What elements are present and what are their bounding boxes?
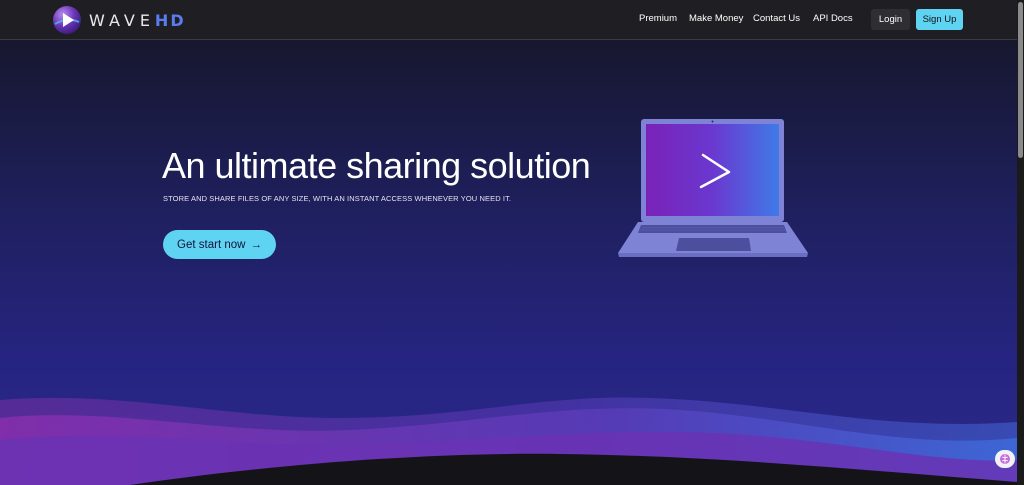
hero-section: An ultimate sharing solution STORE AND S… <box>0 40 1017 485</box>
login-button[interactable]: Login <box>871 9 910 30</box>
arrow-right-icon: → <box>250 238 262 251</box>
brand-name-accent: HD <box>154 11 186 30</box>
get-started-button[interactable]: Get start now → <box>163 230 276 259</box>
nav-link-api-docs[interactable]: API Docs <box>813 13 853 24</box>
hero-title: An ultimate sharing solution <box>162 145 591 186</box>
play-globe-logo-icon <box>53 6 81 34</box>
nav-link-premium[interactable]: Premium <box>639 13 677 24</box>
brain-icon[interactable] <box>995 450 1015 468</box>
brand-name-main: WAVE <box>89 11 155 30</box>
page-scrollbar[interactable] <box>1017 0 1024 485</box>
get-started-label: Get start now <box>177 238 246 251</box>
brand-wordmark: WAVEHD <box>89 11 186 30</box>
hero-subtitle: STORE AND SHARE FILES OF ANY SIZE, WITH … <box>163 194 512 203</box>
brain-icon-glyph <box>1000 454 1010 464</box>
brand-logo[interactable]: WAVEHD <box>52 5 184 35</box>
nav-link-contact-us[interactable]: Contact Us <box>753 13 800 24</box>
decorative-waves <box>0 397 1017 485</box>
signup-button[interactable]: Sign Up <box>916 9 963 30</box>
top-navbar: WAVEHD Premium Make Money Contact Us API… <box>0 0 1017 40</box>
scrollbar-thumb[interactable] <box>1018 2 1023 158</box>
nav-link-make-money[interactable]: Make Money <box>689 13 743 24</box>
laptop-play-illustration <box>618 119 808 257</box>
